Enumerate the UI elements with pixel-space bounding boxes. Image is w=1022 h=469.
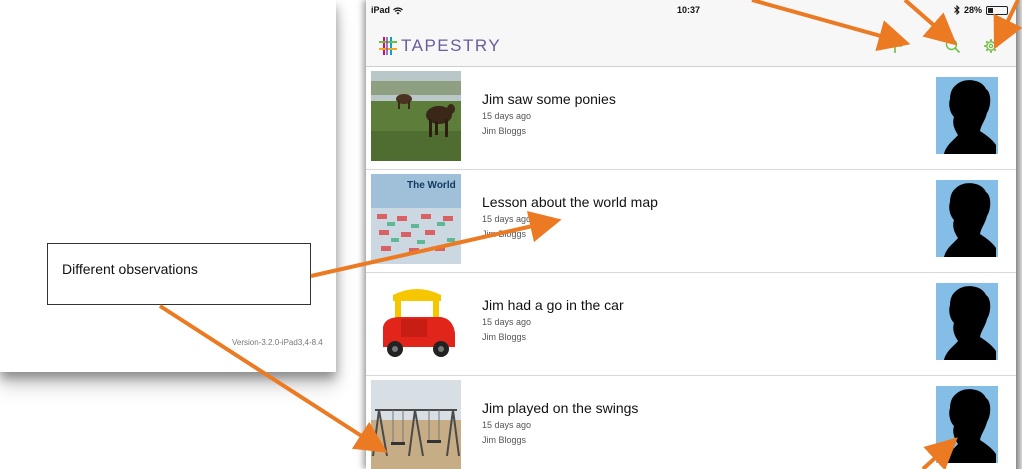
search-button[interactable] (942, 35, 964, 57)
observation-row[interactable]: Jim had a go in the car 15 days ago Jim … (366, 273, 1016, 376)
clock: 10:37 (677, 5, 701, 15)
version-label: Version-3.2.0-iPad3,4-8.4 (232, 338, 323, 347)
ponies-photo (371, 71, 461, 161)
observation-row[interactable]: The World Lesson about the world map 15 … (366, 170, 1016, 273)
ipad-screen: iPad 10:37 28% TAPESTRY Jim saw some pon… (366, 0, 1016, 469)
plus-icon (888, 39, 902, 53)
toy-car-photo (371, 277, 461, 367)
observation-author: Jim Bloggs (482, 332, 527, 342)
world-map-caption: The World (407, 180, 456, 191)
observation-title: Lesson about the world map (482, 194, 658, 210)
silhouette-icon (944, 80, 996, 154)
observation-author: Jim Bloggs (482, 126, 527, 136)
annotation-callout: Different observations (47, 243, 311, 305)
silhouette-icon (944, 286, 996, 360)
observation-title: Jim had a go in the car (482, 297, 624, 313)
observation-author: Jim Bloggs (482, 229, 527, 239)
add-observation-button[interactable] (884, 35, 906, 57)
observation-list: Jim saw some ponies 15 days ago Jim Blog… (366, 67, 1016, 469)
ipad-frame-edge (1016, 0, 1022, 469)
tapestry-logo-icon (379, 37, 397, 55)
observation-time: 15 days ago (482, 420, 532, 430)
status-bar: iPad 10:37 28% (366, 0, 1016, 24)
observation-row[interactable]: Jim played on the swings 15 days ago Jim… (366, 376, 1016, 469)
swings-photo (371, 380, 461, 469)
battery-fill (988, 7, 993, 13)
callout-text: Different observations (62, 261, 198, 277)
logo-text: TAPESTRY (401, 36, 502, 55)
observation-time: 15 days ago (482, 214, 532, 224)
carrier-text: iPad (371, 5, 391, 15)
tapestry-logo[interactable]: TAPESTRY (379, 36, 501, 56)
observation-title: Jim saw some ponies (482, 91, 616, 107)
gear-icon (984, 39, 998, 53)
wifi-icon (392, 7, 403, 15)
child-avatar (936, 77, 998, 154)
observation-author: Jim Bloggs (482, 435, 527, 445)
background-screen (0, 0, 336, 372)
observation-title: Jim played on the swings (482, 400, 639, 416)
world-map-photo: The World (371, 174, 461, 264)
child-avatar (936, 180, 998, 257)
search-icon (945, 38, 961, 54)
bluetooth-icon (954, 5, 960, 15)
carrier-label: iPad (371, 5, 403, 15)
status-right: 28% (954, 5, 1008, 15)
battery-icon (986, 5, 1008, 15)
battery-percent: 28% (963, 5, 982, 15)
child-avatar (936, 386, 998, 463)
settings-button[interactable] (980, 35, 1002, 57)
observation-time: 15 days ago (482, 317, 532, 327)
silhouette-icon (944, 183, 996, 257)
observation-row[interactable]: Jim saw some ponies 15 days ago Jim Blog… (366, 67, 1016, 170)
child-avatar (936, 283, 998, 360)
observation-time: 15 days ago (482, 111, 532, 121)
nav-bar: TAPESTRY (366, 24, 1016, 67)
silhouette-icon (944, 389, 996, 463)
